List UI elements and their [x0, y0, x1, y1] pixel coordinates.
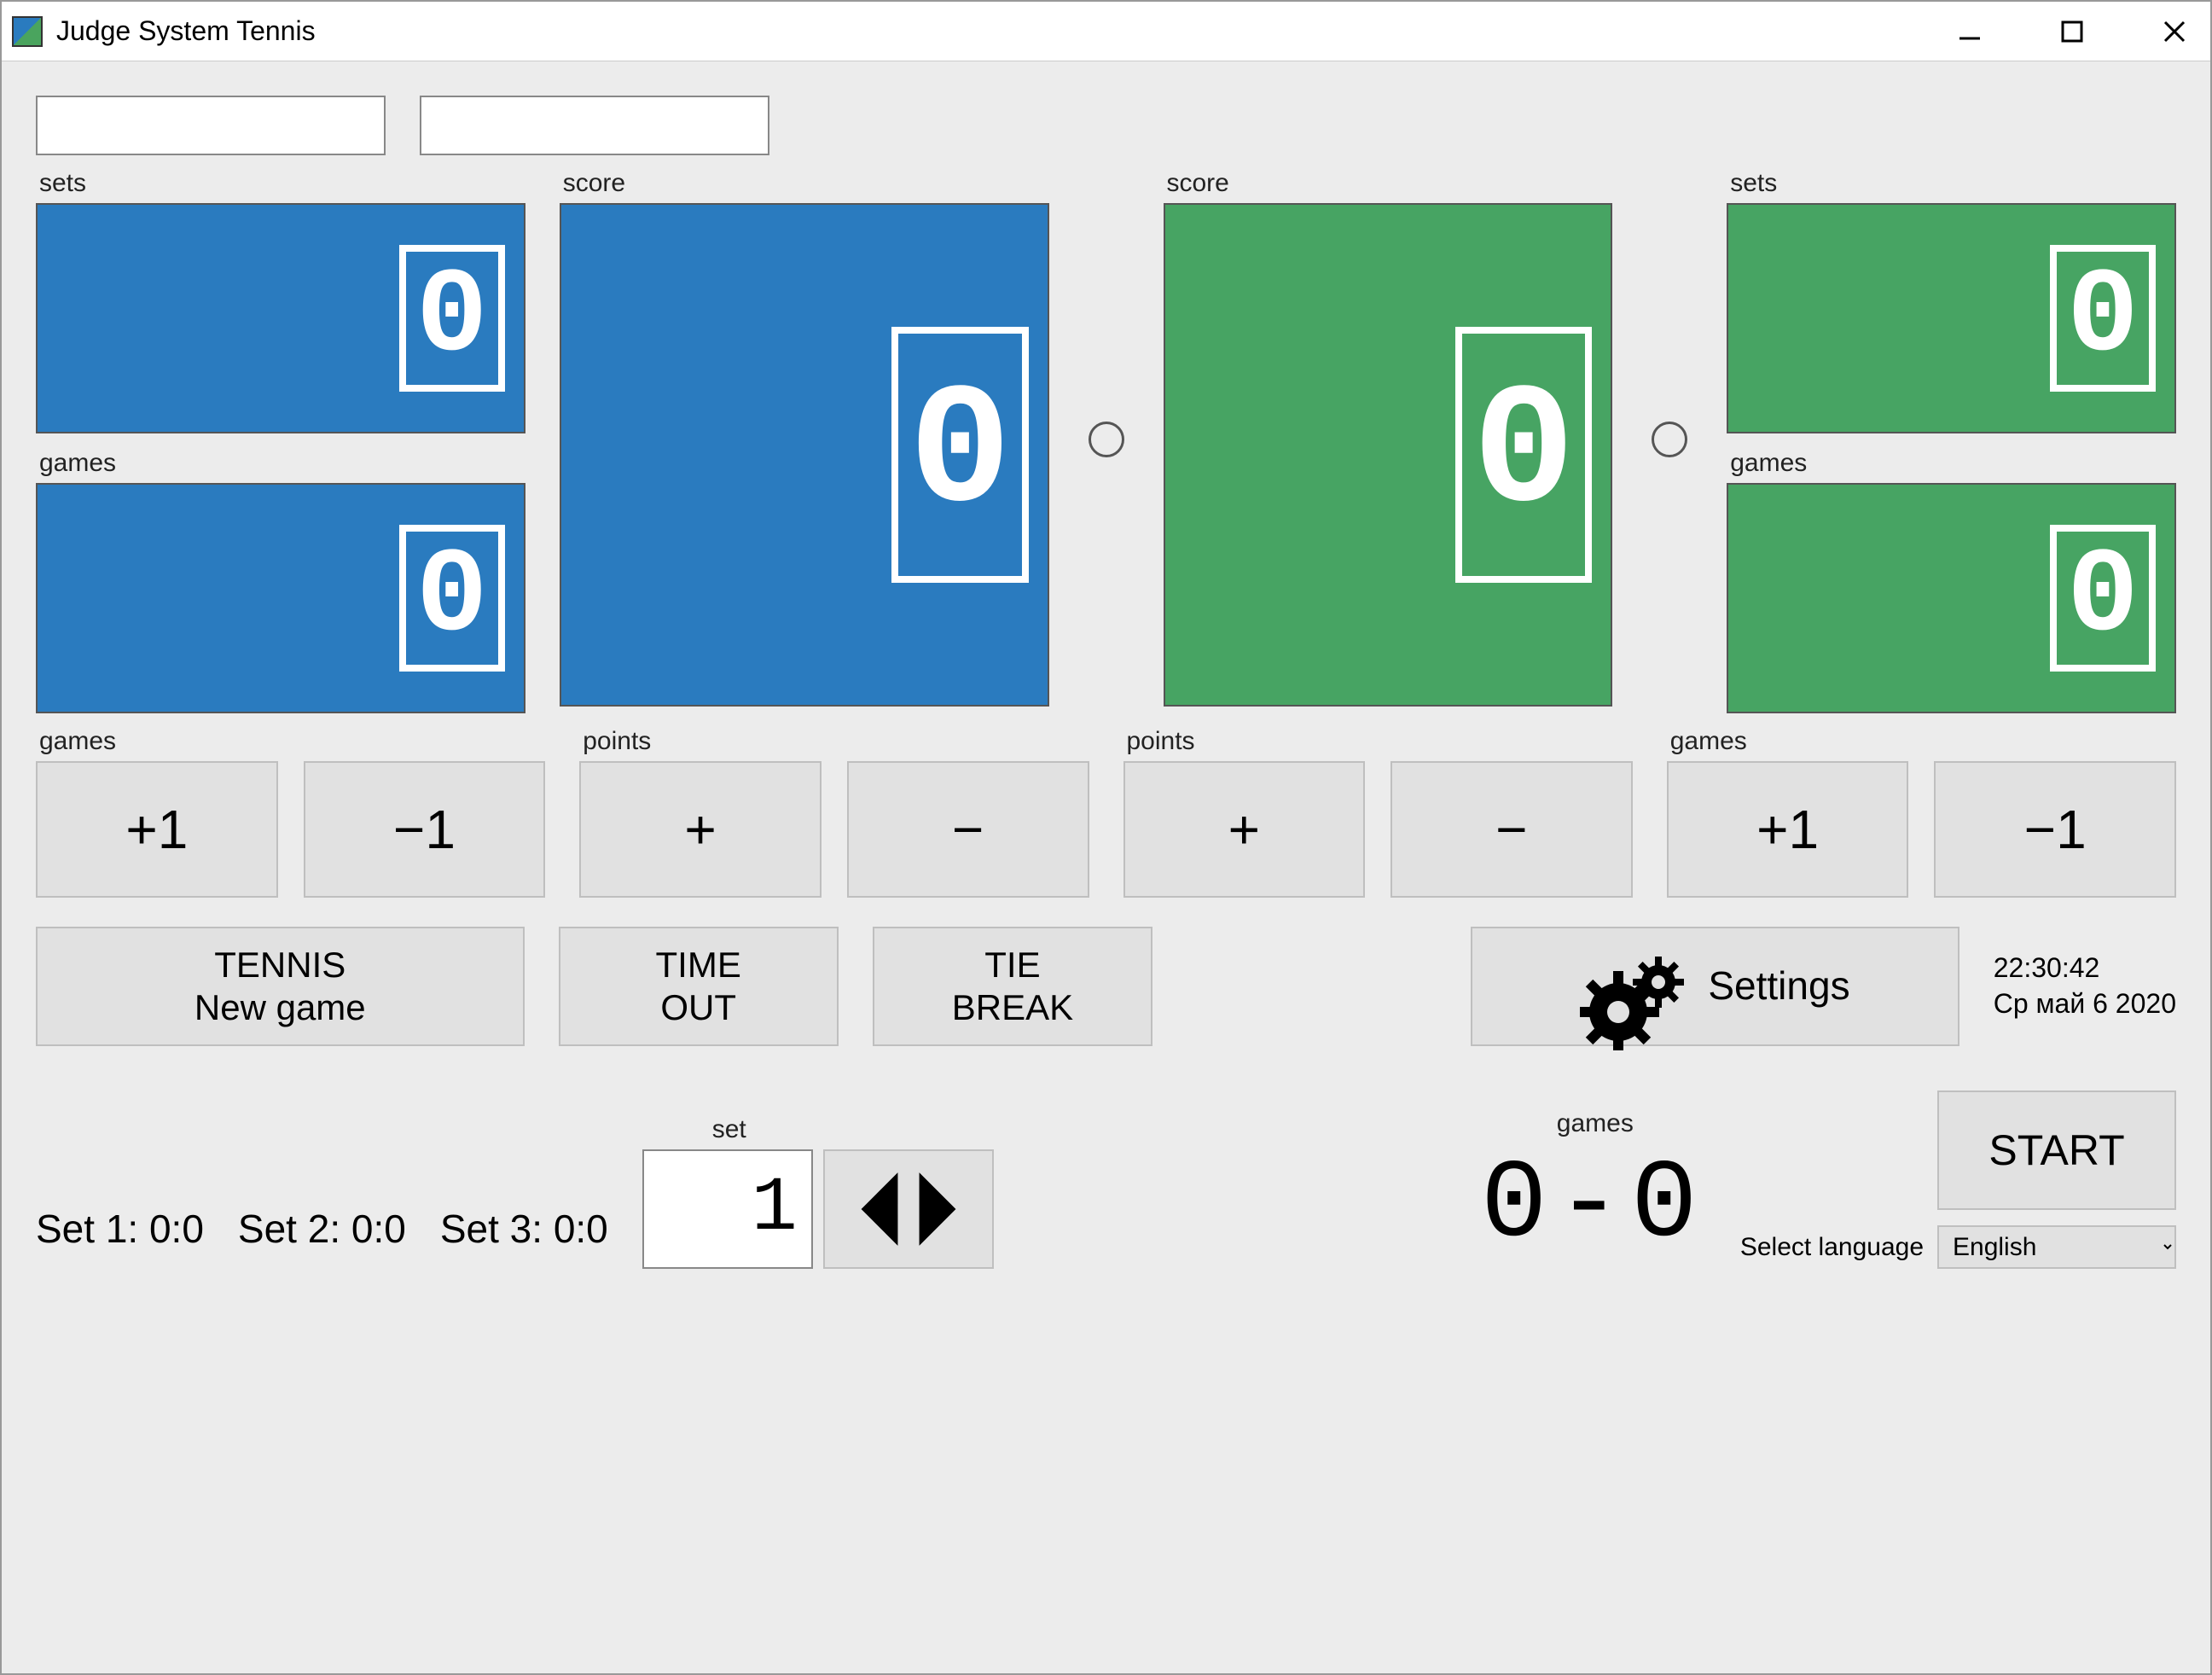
- right-sets-label: sets: [1730, 169, 2176, 198]
- titlebar: Judge System Tennis: [2, 2, 2210, 61]
- left-games-btn-label: games: [39, 727, 545, 756]
- right-games-value: 0: [2050, 525, 2156, 672]
- player-left-name-input[interactable]: [36, 96, 386, 155]
- select-language-label: Select language: [1740, 1233, 1924, 1262]
- left-score-value: 0: [891, 327, 1028, 583]
- right-score-value: 0: [1455, 327, 1592, 583]
- clock-block: 22:30:42 Ср май 6 2020: [1994, 927, 2176, 1046]
- sets-summary: Set 1: 0:0 Set 2: 0:0 Set 3: 0:0: [36, 1206, 608, 1269]
- serve-indicator-left[interactable]: [1089, 422, 1124, 457]
- right-games-btn-label: games: [1670, 727, 2176, 756]
- right-points-minus-button[interactable]: −: [1390, 761, 1633, 898]
- close-button[interactable]: [2149, 15, 2200, 49]
- right-games-minus-button[interactable]: −1: [1934, 761, 2176, 898]
- gear-icon: [1580, 913, 1691, 1060]
- timeout-button[interactable]: TIME OUT: [559, 927, 839, 1046]
- left-score-label: score: [563, 169, 1049, 198]
- arrow-right-icon: [912, 1166, 963, 1252]
- serve-indicator-right[interactable]: [1652, 422, 1687, 457]
- settings-button[interactable]: Settings: [1471, 927, 1959, 1046]
- set3-summary: Set 3: 0:0: [440, 1206, 608, 1252]
- left-games-minus-button[interactable]: −1: [304, 761, 546, 898]
- player-right-name-input[interactable]: [420, 96, 769, 155]
- clock-time: 22:30:42: [1994, 951, 2176, 986]
- left-points-minus-button[interactable]: −: [847, 761, 1089, 898]
- left-games-display: 0: [36, 483, 525, 713]
- app-icon: [12, 16, 43, 47]
- left-sets-display: 0: [36, 203, 525, 433]
- settings-label: Settings: [1708, 963, 1849, 1009]
- right-games-label: games: [1730, 449, 2176, 478]
- window-title: Judge System Tennis: [56, 15, 316, 47]
- app-window: Judge System Tennis se: [0, 0, 2212, 1675]
- right-score-display: 0: [1164, 203, 1613, 707]
- set-spinner-value[interactable]: 1: [642, 1149, 813, 1269]
- left-sets-value: 0: [399, 245, 505, 392]
- new-game-button[interactable]: TENNIS New game: [36, 927, 525, 1046]
- games-display-value: 0-0: [1481, 1143, 1706, 1269]
- client-area: sets 0 games 0 score 0: [2, 61, 2210, 1673]
- right-games-plus-button[interactable]: +1: [1667, 761, 1909, 898]
- left-points-plus-button[interactable]: +: [579, 761, 822, 898]
- right-points-plus-button[interactable]: +: [1123, 761, 1366, 898]
- left-sets-label: sets: [39, 169, 525, 198]
- tiebreak-button[interactable]: TIE BREAK: [873, 927, 1152, 1046]
- window-controls: [1944, 15, 2200, 49]
- left-score-display: 0: [560, 203, 1049, 707]
- language-select[interactable]: English: [1937, 1225, 2176, 1269]
- left-games-label: games: [39, 449, 525, 478]
- set1-summary: Set 1: 0:0: [36, 1206, 204, 1252]
- right-sets-display: 0: [1727, 203, 2176, 433]
- left-games-plus-button[interactable]: +1: [36, 761, 278, 898]
- set-spinner-label: set: [712, 1115, 746, 1144]
- right-points-btn-label: points: [1127, 727, 1633, 756]
- minimize-button[interactable]: [1944, 15, 1995, 49]
- left-games-value: 0: [399, 525, 505, 672]
- start-button[interactable]: START: [1937, 1090, 2176, 1210]
- right-games-display: 0: [1727, 483, 2176, 713]
- arrow-left-icon: [854, 1166, 905, 1252]
- games-display-label: games: [1557, 1109, 1634, 1138]
- set2-summary: Set 2: 0:0: [238, 1206, 406, 1252]
- left-points-btn-label: points: [583, 727, 1089, 756]
- right-score-label: score: [1167, 169, 1613, 198]
- clock-date: Ср май 6 2020: [1994, 986, 2176, 1022]
- set-spinner-arrows[interactable]: [823, 1149, 994, 1269]
- right-sets-value: 0: [2050, 245, 2156, 392]
- maximize-button[interactable]: [2047, 15, 2098, 49]
